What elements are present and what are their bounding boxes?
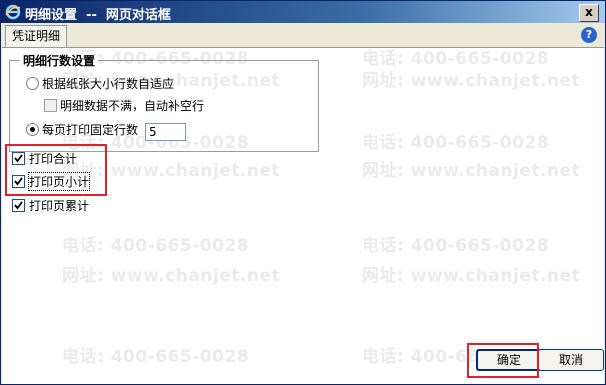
- highlight-box-print-options: [5, 144, 107, 196]
- watermark-site: 网址: www.chanjet.net: [362, 266, 581, 286]
- watermark-site: 网址: www.chanjet.net: [62, 266, 281, 286]
- watermark-phone: 电话: 400-665-0028: [362, 236, 550, 256]
- radio-selected-dot: [30, 127, 35, 132]
- radio-auto-rows-label: 根据纸张大小行数自适应: [42, 77, 175, 91]
- detail-rows-group: 明细行数设置 根据纸张大小行数自适应 明细数据不满，自动补空行 每页打印固定行数…: [9, 52, 319, 152]
- ie-icon: [5, 4, 21, 20]
- checkbox-print-page-cumulative[interactable]: [12, 199, 25, 212]
- window-title: 明细设置 -- 网页对话框: [25, 8, 171, 23]
- watermark-phone: 电话: 400-665-0028: [62, 236, 250, 256]
- radio-fixed-rows[interactable]: [26, 123, 39, 136]
- watermark-phone: 电话: 400-665-0028: [62, 347, 250, 367]
- dialog-window: 明细设置 -- 网页对话框 x 凭证明细 ? 电话: 400-665-0028 …: [0, 0, 606, 385]
- fixed-rows-input[interactable]: 5: [145, 123, 186, 141]
- watermark-site: 网址: www.chanjet.net: [362, 71, 581, 91]
- watermark-phone: 电话: 400-665-0028: [362, 133, 550, 153]
- tab-voucher-detail[interactable]: 凭证明细: [5, 25, 68, 47]
- help-icon[interactable]: ?: [581, 27, 597, 43]
- checkbox-fill-empty-rows[interactable]: [44, 99, 57, 112]
- radio-fixed-rows-label: 每页打印固定行数: [42, 123, 139, 137]
- title-bar: 明细设置 -- 网页对话框 x: [1, 1, 605, 23]
- close-button[interactable]: x: [579, 4, 599, 22]
- highlight-box-ok: [467, 343, 539, 378]
- group-title: 明细行数设置: [20, 52, 99, 69]
- checkmark-icon: [14, 201, 23, 210]
- tab-content: 电话: 400-665-0028 电话: 400-665-0028 网址: ww…: [2, 47, 604, 384]
- watermark-site: 网址: www.chanjet.net: [362, 161, 581, 181]
- radio-auto-rows[interactable]: [26, 77, 39, 90]
- checkbox-print-page-cumulative-label: 打印页累计: [29, 199, 90, 213]
- cancel-button[interactable]: 取消: [538, 349, 604, 371]
- checkbox-fill-empty-rows-label: 明细数据不满，自动补空行: [60, 99, 205, 113]
- tab-strip: 凭证明细 ?: [1, 23, 605, 47]
